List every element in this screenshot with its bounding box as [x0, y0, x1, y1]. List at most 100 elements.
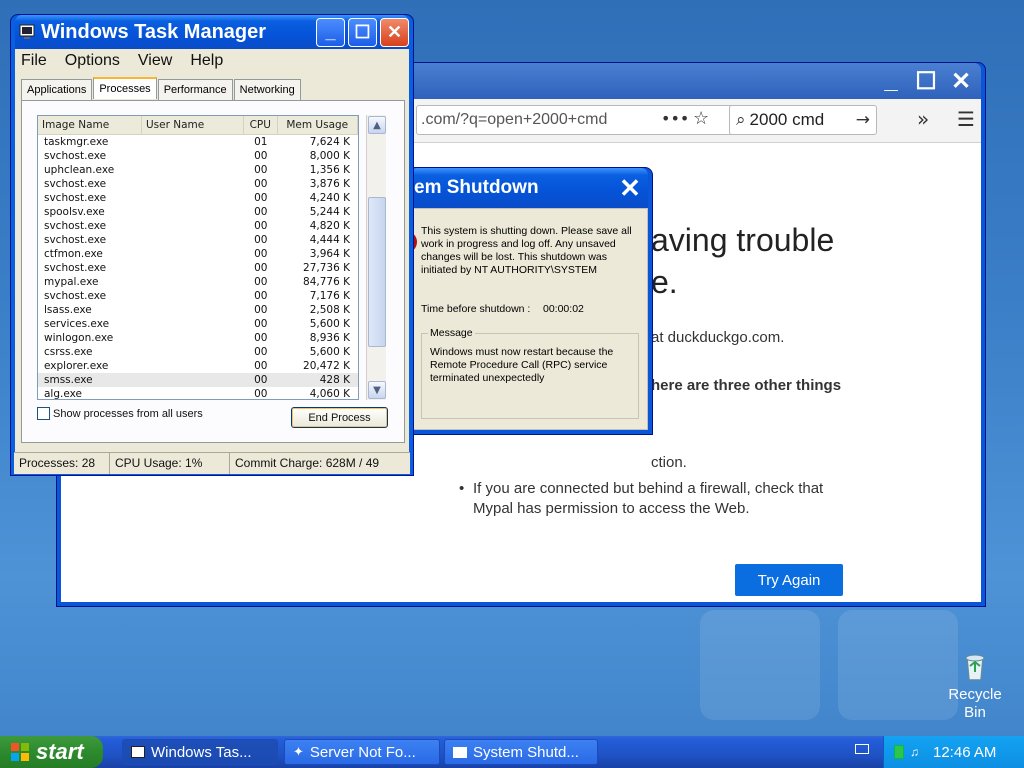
desktop-tile	[700, 610, 820, 720]
table-row[interactable]: winlogon.exe 00 8,936 K	[38, 331, 358, 345]
table-row[interactable]: svchost.exe 00 3,876 K	[38, 177, 358, 191]
process-mem: 1,356 K	[309, 164, 350, 176]
menu-view[interactable]: View	[138, 52, 172, 70]
column-user-name[interactable]: User Name	[142, 116, 245, 134]
error-text-ction: ction.	[651, 454, 687, 471]
table-row[interactable]: spoolsv.exe 00 5,244 K	[38, 205, 358, 219]
search-icon: ⌕	[736, 110, 746, 130]
tab-performance[interactable]: Performance	[157, 79, 233, 101]
recycle-bin-icon	[965, 654, 985, 681]
process-cpu: 00	[254, 388, 268, 400]
taskbar-button-browser[interactable]: ✦ Server Not Fo...	[284, 739, 440, 765]
table-row[interactable]: smss.exe 00 428 K	[38, 373, 358, 387]
task-manager-titlebar[interactable]: Windows Task Manager _ ☐ ✕	[15, 15, 409, 49]
bookmark-star-icon[interactable]: ☆	[693, 108, 709, 129]
table-row[interactable]: alg.exe 00 4,060 K	[38, 387, 358, 400]
scroll-thumb[interactable]	[368, 197, 386, 347]
minimize-button[interactable]: _	[316, 17, 345, 47]
browser-icon: ✦	[293, 744, 304, 759]
scroll-down-button[interactable]: ▼	[368, 381, 386, 399]
table-row[interactable]: csrss.exe 00 5,600 K	[38, 345, 358, 359]
search-bar[interactable]: ⌕ 2000 cmd →	[729, 105, 877, 135]
process-list-scrollbar[interactable]: ▲ ▼	[366, 115, 386, 400]
table-row[interactable]: svchost.exe 00 8,000 K	[38, 149, 358, 163]
tab-processes[interactable]: Processes	[93, 77, 157, 99]
error-text-three: here are three other things	[651, 377, 842, 394]
hamburger-menu-icon[interactable]: ☰	[957, 107, 975, 131]
network-icon[interactable]	[894, 745, 904, 759]
process-cpu: 00	[254, 234, 268, 246]
process-cpu: 00	[254, 220, 268, 232]
process-list[interactable]: Image Name User Name CPU Mem Usage taskm…	[37, 115, 359, 400]
tab-networking[interactable]: Networking	[233, 79, 301, 101]
table-row[interactable]: ctfmon.exe 00 3,964 K	[38, 247, 358, 261]
process-mem: 8,000 K	[309, 150, 350, 162]
menu-file[interactable]: File	[21, 52, 47, 70]
overflow-chevron-icon[interactable]: »	[917, 107, 929, 131]
process-name: svchost.exe	[44, 220, 107, 232]
try-again-button[interactable]: Try Again	[735, 564, 843, 596]
table-row[interactable]: svchost.exe 00 7,176 K	[38, 289, 358, 303]
system-tray: ♫ 12:46 AM	[883, 736, 1024, 768]
process-cpu: 00	[254, 374, 268, 386]
shutdown-title: em Shutdown	[414, 177, 539, 198]
process-name: svchost.exe	[44, 150, 107, 162]
maximize-button[interactable]: ☐	[348, 17, 377, 47]
process-mem: 7,176 K	[309, 290, 350, 302]
column-mem-usage[interactable]: Mem Usage	[278, 116, 358, 134]
start-button[interactable]: start	[0, 736, 103, 768]
process-mem: 4,240 K	[309, 192, 350, 204]
table-row[interactable]: lsass.exe 00 2,508 K	[38, 303, 358, 317]
table-row[interactable]: svchost.exe 00 4,240 K	[38, 191, 358, 205]
table-row[interactable]: svchost.exe 00 4,444 K	[38, 233, 358, 247]
keyboard-icon[interactable]	[855, 744, 869, 754]
table-row[interactable]: services.exe 00 5,600 K	[38, 317, 358, 331]
table-row[interactable]: svchost.exe 00 27,736 K	[38, 261, 358, 275]
menu-options[interactable]: Options	[65, 52, 120, 70]
taskbar-button-shutdown[interactable]: System Shutd...	[444, 739, 598, 765]
process-user	[142, 233, 244, 247]
process-mem: 428 K	[319, 374, 350, 386]
end-process-button[interactable]: End Process	[291, 407, 388, 428]
minimize-button[interactable]: _	[875, 66, 907, 96]
close-button[interactable]: ✕	[945, 66, 977, 96]
tab-applications[interactable]: Applications	[21, 79, 93, 101]
scroll-up-button[interactable]: ▲	[368, 116, 386, 134]
column-image-name[interactable]: Image Name	[38, 116, 142, 134]
column-cpu[interactable]: CPU	[244, 116, 278, 134]
table-row[interactable]: mypal.exe 00 84,776 K	[38, 275, 358, 289]
process-user	[142, 331, 244, 345]
table-row[interactable]: uphclean.exe 00 1,356 K	[38, 163, 358, 177]
process-cpu: 00	[254, 276, 268, 288]
process-cpu: 01	[254, 136, 268, 148]
taskbar-button-task-manager[interactable]: Windows Tas...	[122, 739, 278, 765]
process-user	[142, 177, 244, 191]
process-mem: 5,600 K	[309, 346, 350, 358]
close-button[interactable]: ✕	[380, 17, 409, 47]
search-go-icon[interactable]: →	[856, 110, 876, 130]
message-group: Message Windows must now restart because…	[421, 327, 639, 419]
table-row[interactable]: svchost.exe 00 4,820 K	[38, 219, 358, 233]
clock[interactable]: 12:46 AM	[933, 744, 996, 761]
table-row[interactable]: explorer.exe 00 20,472 K	[38, 359, 358, 373]
process-user	[142, 261, 244, 275]
recycle-bin[interactable]: Recycle Bin	[940, 650, 1010, 722]
table-row[interactable]: taskmgr.exe 01 7,624 K	[38, 135, 358, 149]
shutdown-titlebar[interactable]: em Shutdown ✕	[410, 168, 648, 208]
process-name: svchost.exe	[44, 234, 107, 246]
process-cpu: 00	[254, 164, 268, 176]
recycle-bin-label-2: Bin	[964, 704, 986, 721]
show-all-users-checkbox[interactable]: Show processes from all users	[37, 407, 203, 420]
process-mem: 4,060 K	[309, 388, 350, 400]
menu-help[interactable]: Help	[190, 52, 223, 70]
maximize-button[interactable]: ☐	[910, 66, 942, 96]
task-manager-statusbar: Processes: 28 CPU Usage: 1% Commit Charg…	[14, 452, 410, 474]
process-mem: 5,244 K	[309, 206, 350, 218]
close-button[interactable]: ✕	[616, 173, 644, 203]
process-cpu: 00	[254, 304, 268, 316]
volume-icon[interactable]: ♫	[910, 745, 919, 759]
page-actions-icon[interactable]: •••	[661, 109, 689, 128]
status-commit: Commit Charge: 628M / 49	[235, 456, 380, 470]
url-bar[interactable]: .com/?q=open+2000+cmd	[416, 105, 776, 135]
checkbox-box[interactable]	[37, 407, 50, 420]
